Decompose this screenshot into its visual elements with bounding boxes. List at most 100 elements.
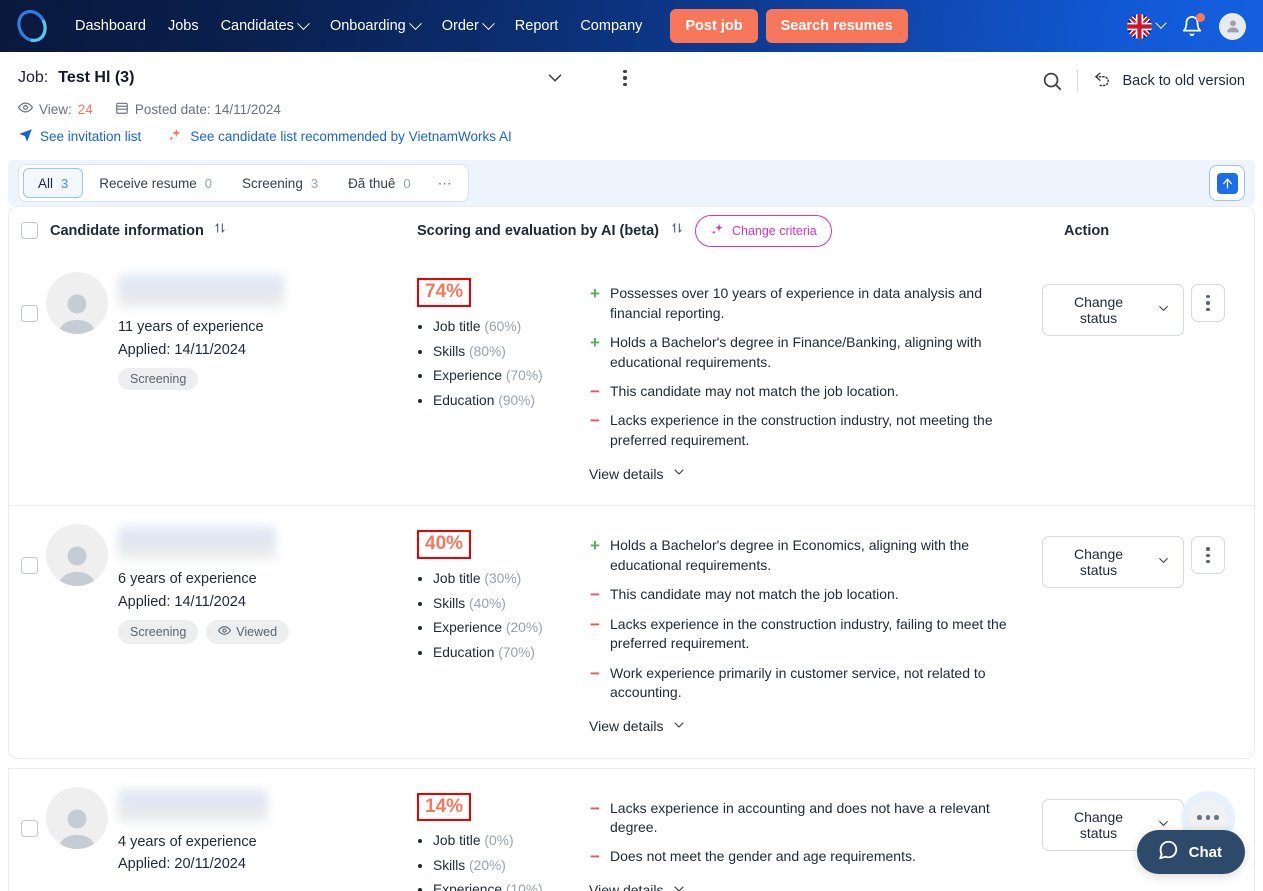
list-item: Job title (60%) bbox=[433, 315, 589, 340]
nav-item-company[interactable]: Company bbox=[569, 10, 653, 42]
candidate-experience: 4 years of experience bbox=[118, 833, 257, 850]
user-avatar[interactable] bbox=[1219, 12, 1246, 40]
vietnamworks-logo-icon[interactable] bbox=[14, 8, 50, 44]
search-resumes-button[interactable]: Search resumes bbox=[765, 9, 908, 43]
evaluation-item: − Does not meet the gender and age requir… bbox=[589, 847, 1032, 866]
tab-screening[interactable]: Screening 3 bbox=[228, 168, 332, 198]
nav-item-candidates[interactable]: Candidates bbox=[210, 10, 319, 42]
evaluation-text: Holds a Bachelor's degree in Finance/Ban… bbox=[610, 334, 982, 370]
evaluation-text: Possesses over 10 years of experience in… bbox=[610, 285, 982, 321]
row-options-menu-button[interactable] bbox=[1191, 536, 1225, 575]
evaluation-text: Holds a Bachelor's degree in Economics, … bbox=[610, 537, 970, 573]
candidate-name-redacted bbox=[118, 274, 284, 309]
candidate-experience: 11 years of experience bbox=[118, 319, 264, 336]
view-details-button[interactable]: View details bbox=[589, 464, 687, 483]
view-label: View: bbox=[39, 101, 72, 117]
minus-icon: − bbox=[590, 798, 600, 818]
chat-widget-button[interactable]: Chat bbox=[1136, 830, 1245, 874]
criterion-name: Experience bbox=[433, 620, 503, 636]
criterion-value: (90%) bbox=[498, 392, 536, 408]
criteria-breakdown-list: Job title (30%) Skills (40%) Experience … bbox=[433, 567, 589, 665]
job-options-menu-button[interactable] bbox=[616, 66, 633, 90]
job-header-section: Job: Test Hl (3) View: 24 Posted date: 1… bbox=[0, 52, 1263, 146]
tab-receive-resume[interactable]: Receive resume 0 bbox=[85, 168, 226, 198]
row-select-checkbox[interactable] bbox=[21, 557, 38, 575]
evaluation-item: + Holds a Bachelor's degree in Economics,… bbox=[589, 536, 1032, 575]
ai-evaluation-cell: + Holds a Bachelor's degree in Economics,… bbox=[589, 524, 1042, 735]
minus-icon: − bbox=[590, 847, 600, 867]
change-status-button[interactable]: Change status bbox=[1042, 284, 1184, 337]
criterion-name: Education bbox=[433, 392, 495, 408]
job-selector-chevron-down-icon[interactable] bbox=[544, 67, 566, 89]
sort-icon[interactable] bbox=[213, 221, 227, 240]
minus-icon: − bbox=[590, 381, 600, 401]
row-options-menu-button[interactable] bbox=[1191, 284, 1225, 323]
view-details-label: View details bbox=[589, 718, 664, 735]
list-item: Job title (0%) bbox=[433, 829, 589, 854]
view-details-button[interactable]: View details bbox=[589, 881, 687, 891]
upload-resume-button[interactable] bbox=[1209, 165, 1245, 202]
chevron-down-icon bbox=[1156, 301, 1171, 319]
select-all-checkbox[interactable] bbox=[21, 222, 38, 240]
list-item: Skills (40%) bbox=[433, 592, 589, 617]
see-invitation-list-link[interactable]: See invitation list bbox=[18, 128, 141, 146]
criterion-value: (40%) bbox=[469, 595, 506, 611]
change-criteria-button[interactable]: Change criteria bbox=[694, 214, 832, 247]
tab-count: 0 bbox=[204, 175, 213, 191]
status-badge: Screening bbox=[118, 368, 199, 391]
row-select-checkbox[interactable] bbox=[21, 305, 38, 323]
sort-icon[interactable] bbox=[670, 221, 684, 240]
ai-score-cell: 40% Job title (30%) Skills (40%) Experie… bbox=[417, 524, 589, 735]
tab-da-thue[interactable]: Đã thuê 0 bbox=[334, 168, 425, 198]
job-label: Job: bbox=[18, 69, 49, 87]
view-details-label: View details bbox=[589, 465, 664, 482]
nav-item-onboarding[interactable]: Onboarding bbox=[319, 10, 431, 42]
change-status-button[interactable]: Change status bbox=[1042, 536, 1184, 589]
evaluation-item: − Work experience primarily in customer s… bbox=[589, 664, 1032, 703]
list-item: Skills (80%) bbox=[433, 340, 589, 365]
evaluation-text: This candidate may not match the job loc… bbox=[610, 382, 899, 399]
language-selector[interactable] bbox=[1127, 13, 1167, 39]
ai-recommendation-link[interactable]: See candidate list recommended by Vietna… bbox=[167, 127, 512, 146]
viewed-badge: Viewed bbox=[206, 620, 290, 645]
tab-group: All 3 Receive resume 0 Screening 3 Đã th… bbox=[18, 164, 469, 203]
link-label: See candidate list recommended by Vietna… bbox=[190, 129, 512, 145]
nav-item-dashboard[interactable]: Dashboard bbox=[64, 10, 157, 42]
row-select-checkbox[interactable] bbox=[21, 819, 38, 837]
row-checkbox-cell bbox=[21, 272, 38, 483]
criterion-value: (70%) bbox=[498, 644, 536, 660]
evaluation-text: This candidate may not match the job loc… bbox=[610, 586, 899, 603]
chevron-down-icon bbox=[671, 717, 687, 736]
ai-score-percent: 74% bbox=[417, 278, 472, 308]
tab-all[interactable]: All 3 bbox=[23, 168, 84, 199]
list-item: Skills (20%) bbox=[433, 854, 589, 879]
eye-icon bbox=[17, 100, 34, 118]
back-to-old-version-button[interactable]: Back to old version bbox=[1092, 68, 1245, 93]
notifications-button[interactable] bbox=[1181, 13, 1205, 38]
nav-item-jobs[interactable]: Jobs bbox=[157, 10, 210, 42]
nav-label: Order bbox=[441, 18, 479, 34]
job-links-row: See invitation list See candidate list r… bbox=[18, 127, 1245, 146]
candidate-table-header: Candidate information Scoring and evalua… bbox=[8, 206, 1255, 255]
column-header-label: Candidate information bbox=[50, 222, 204, 239]
criteria-breakdown-list: Job title (60%) Skills (80%) Experience … bbox=[433, 315, 589, 413]
post-job-button[interactable]: Post job bbox=[670, 9, 758, 43]
nav-item-report[interactable]: Report bbox=[504, 10, 570, 42]
eye-icon bbox=[218, 624, 232, 640]
view-details-button[interactable]: View details bbox=[589, 717, 687, 736]
candidate-applied-date: Applied: 14/11/2024 bbox=[118, 593, 246, 610]
minus-icon: − bbox=[590, 585, 600, 605]
candidate-badges: Screening Viewed bbox=[118, 620, 290, 645]
criteria-breakdown-list: Job title (0%) Skills (20%) Experience (… bbox=[433, 829, 589, 891]
avatar bbox=[46, 272, 108, 335]
evaluation-item: + Holds a Bachelor's degree in Finance/Ba… bbox=[589, 333, 1032, 372]
job-header-actions: Back to old version bbox=[1041, 68, 1245, 93]
plus-icon: + bbox=[590, 536, 600, 556]
nav-item-order[interactable]: Order bbox=[431, 10, 504, 42]
page-title: Test Hl (3) bbox=[58, 69, 135, 87]
nav-cta-group: Post job Search resumes bbox=[670, 9, 908, 43]
tab-more-button[interactable]: ⋯ bbox=[427, 168, 464, 198]
criterion-value: (20%) bbox=[469, 857, 506, 873]
nav-label: Company bbox=[580, 18, 643, 34]
search-icon[interactable] bbox=[1041, 70, 1063, 92]
